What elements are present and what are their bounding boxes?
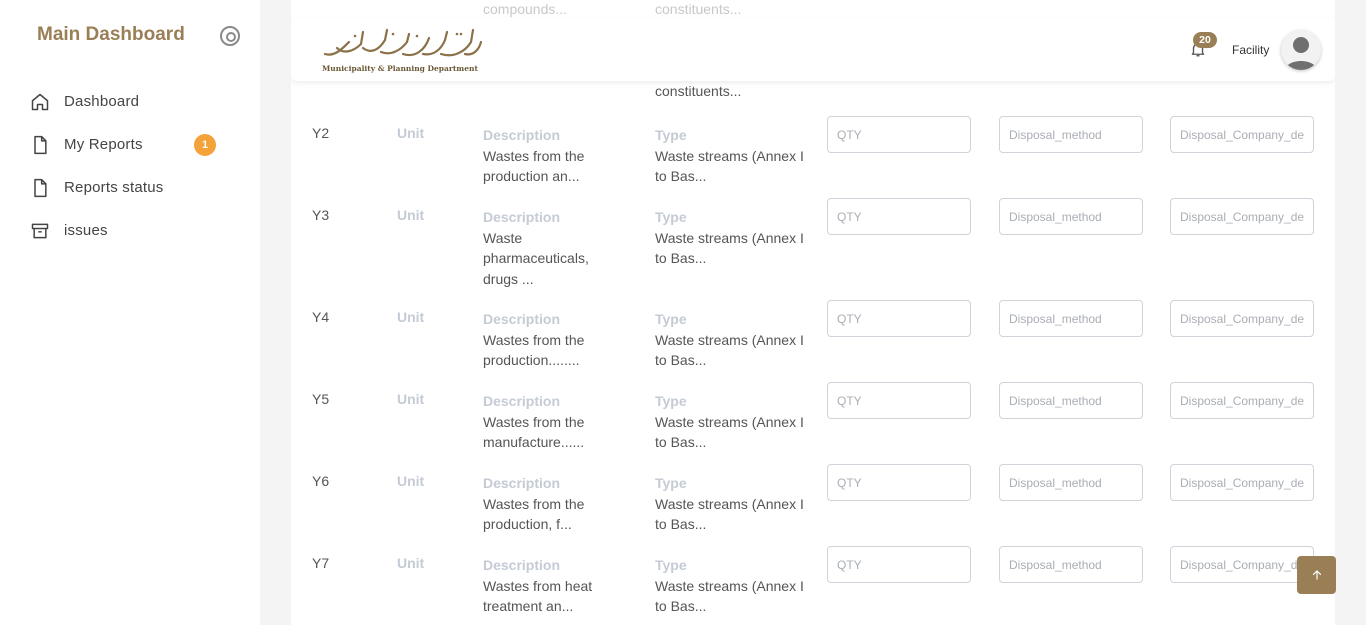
description-cell: Description Wastes from the production..… <box>483 309 623 371</box>
description-value: Wastes from the production........ <box>483 331 585 369</box>
logo-calligraphy <box>323 28 483 57</box>
type-label: Type <box>655 127 687 143</box>
description-label: Description <box>483 475 561 491</box>
description-value: Wastes from the manufacture...... <box>483 413 585 451</box>
disposal-method-input[interactable] <box>999 116 1143 153</box>
type-label: Type <box>655 209 687 225</box>
disposal-company-input[interactable] <box>1170 198 1314 235</box>
type-cell: Type Waste streams (Annex I to Bas... <box>655 391 805 453</box>
disposal-method-input[interactable] <box>999 198 1143 235</box>
scroll-to-top-button[interactable] <box>1297 556 1336 594</box>
description-cell: Description Wastes from heat treatment a… <box>483 555 623 617</box>
qty-input[interactable] <box>827 546 971 583</box>
type-cell: Type Waste streams (Annex I to Bas... <box>655 473 805 535</box>
type-label: Type <box>655 311 687 327</box>
description-value: Waste pharmaceuticals, drugs ... <box>483 229 589 287</box>
description-label: Description <box>483 393 561 409</box>
sidebar-item-dashboard[interactable]: Dashboard <box>0 80 260 123</box>
waste-code: Y5 <box>312 391 330 407</box>
sidebar-item-label: Dashboard <box>64 93 140 110</box>
arrow-up-icon <box>1312 570 1321 580</box>
unit-label: Unit <box>397 555 425 571</box>
description-value: Wastes from the production an... <box>483 147 585 185</box>
sidebar-header: Main Dashboard <box>37 24 260 52</box>
sidebar-item-reports-status[interactable]: Reports status <box>0 166 260 209</box>
waste-code: Y4 <box>312 309 330 325</box>
description-cell: Description Wastes from the production a… <box>483 125 623 187</box>
description-label: Description <box>483 127 561 143</box>
archive-icon <box>30 221 50 241</box>
disposal-company-input[interactable] <box>1170 300 1314 337</box>
disposal-company-input[interactable] <box>1170 116 1314 153</box>
type-label: Type <box>655 393 687 409</box>
qty-input[interactable] <box>827 464 971 501</box>
sidebar-item-issues[interactable]: issues <box>0 209 260 252</box>
type-value: Waste streams (Annex I to Bas... <box>655 413 804 451</box>
type-value: Waste streams (Annex I to Bas... <box>655 577 804 615</box>
unit-label: Unit <box>397 391 425 407</box>
reports-count-badge: 1 <box>194 133 216 156</box>
unit-label: Unit <box>397 125 425 141</box>
sidebar-title: Main Dashboard <box>37 24 185 45</box>
document-icon <box>30 135 50 155</box>
type-cell: Type Waste streams (Annex I to Bas... <box>655 555 805 617</box>
type-label: Type <box>655 557 687 573</box>
unit-label: Unit <box>397 207 425 223</box>
sidebar: Main Dashboard Dashboard My Reports 1 Re… <box>0 0 260 625</box>
disposal-method-input[interactable] <box>999 300 1143 337</box>
type-cell: Type Waste streams (Annex I to Bas... <box>655 309 805 371</box>
unit-label: Unit <box>397 473 425 489</box>
user-avatar-icon <box>1285 37 1317 70</box>
scrolled-description-text: compounds... <box>483 1 568 17</box>
top-bar: Municipality & Planning Department 20 Fa… <box>291 18 1335 81</box>
disposal-method-input[interactable] <box>999 382 1143 419</box>
description-cell: Description Waste pharmaceuticals, drugs… <box>483 207 623 289</box>
previous-row-type-text: constituents... <box>655 83 742 99</box>
type-label: Type <box>655 475 687 491</box>
sidebar-nav: Dashboard My Reports 1 Reports status is… <box>0 80 260 252</box>
type-cell: Type Waste streams (Annex I to Bas... <box>655 207 805 269</box>
disposal-company-input[interactable] <box>1170 546 1314 583</box>
notification-badge: 20 <box>1193 32 1217 48</box>
unit-label: Unit <box>397 309 425 325</box>
scrolled-type-text: constituents... <box>655 1 742 17</box>
home-icon <box>30 92 50 112</box>
avatar[interactable] <box>1281 30 1321 70</box>
waste-code: Y7 <box>312 555 330 571</box>
description-label: Description <box>483 311 561 327</box>
logo-subtitle: Municipality & Planning Department <box>322 64 478 73</box>
disposal-company-input[interactable] <box>1170 464 1314 501</box>
type-cell: Type Waste streams (Annex I to Bas... <box>655 125 805 187</box>
disposal-method-input[interactable] <box>999 464 1143 501</box>
department-logo[interactable]: Municipality & Planning Department <box>319 24 489 76</box>
sidebar-item-label: My Reports <box>64 136 143 153</box>
waste-code: Y6 <box>312 473 330 489</box>
disposal-method-input[interactable] <box>999 546 1143 583</box>
qty-input[interactable] <box>827 198 971 235</box>
sidebar-item-my-reports[interactable]: My Reports 1 <box>0 123 260 166</box>
qty-input[interactable] <box>827 382 971 419</box>
description-value: Wastes from heat treatment an... <box>483 577 593 615</box>
description-label: Description <box>483 557 561 573</box>
disposal-company-input[interactable] <box>1170 382 1314 419</box>
main-content: compounds... constituents... Municipalit… <box>291 0 1335 625</box>
type-value: Waste streams (Annex I to Bas... <box>655 331 804 369</box>
type-value: Waste streams (Annex I to Bas... <box>655 147 804 185</box>
user-name: Facility <box>1232 43 1270 57</box>
description-value: Wastes from the production, f... <box>483 495 585 533</box>
type-value: Waste streams (Annex I to Bas... <box>655 229 804 267</box>
description-cell: Description Wastes from the production, … <box>483 473 623 535</box>
qty-input[interactable] <box>827 116 971 153</box>
sidebar-item-label: issues <box>64 222 108 239</box>
qty-input[interactable] <box>827 300 971 337</box>
sidebar-toggle-icon[interactable] <box>220 26 240 46</box>
description-label: Description <box>483 209 561 225</box>
waste-code: Y3 <box>312 207 330 223</box>
description-cell: Description Wastes from the manufacture.… <box>483 391 623 453</box>
sidebar-item-label: Reports status <box>64 179 164 196</box>
waste-code: Y2 <box>312 125 330 141</box>
document-icon <box>30 178 50 198</box>
type-value: Waste streams (Annex I to Bas... <box>655 495 804 533</box>
